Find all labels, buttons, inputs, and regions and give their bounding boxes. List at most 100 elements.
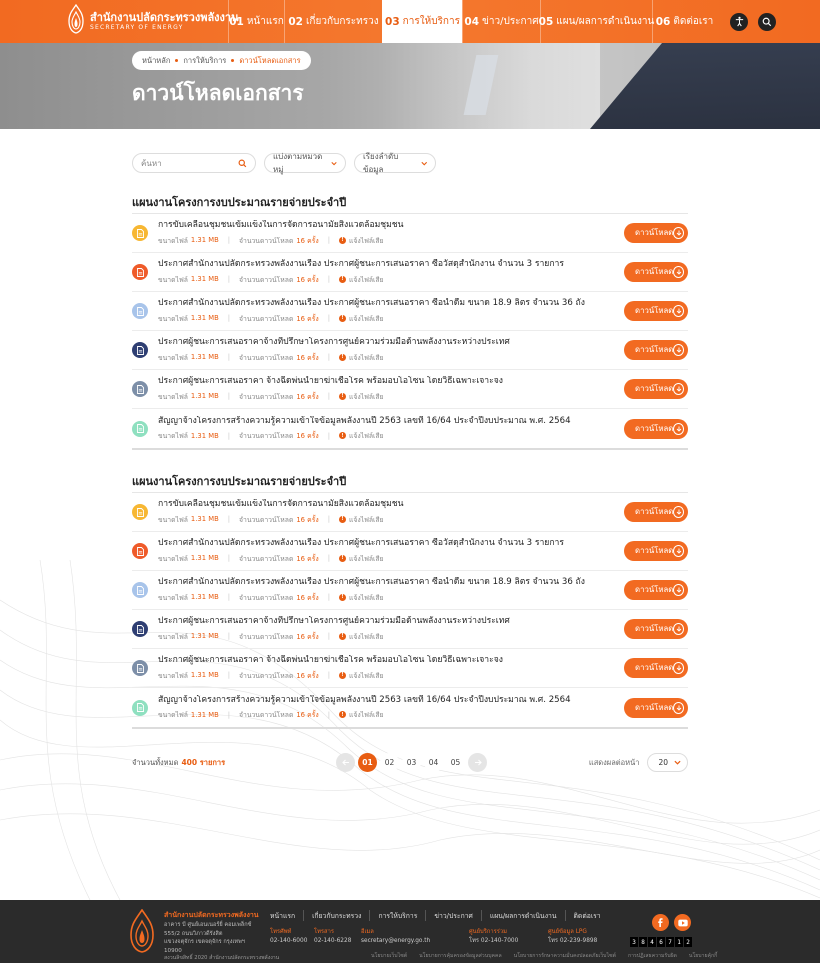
breadcrumb-services[interactable]: การให้บริการ: [183, 55, 226, 67]
document-name[interactable]: ประกาศผู้ชนะการเสนอราคาจ้างที่ปรึกษาโครง…: [158, 337, 624, 347]
report-broken-file-link[interactable]: แจ้งไฟล์เสีย: [349, 313, 384, 324]
report-broken-file-link[interactable]: แจ้งไฟล์เสีย: [349, 352, 384, 363]
nav-item-4[interactable]: 04 ข่าว/ประกาศ: [462, 0, 540, 43]
download-button[interactable]: ดาวน์โหลด: [624, 541, 688, 561]
document-name[interactable]: ประกาศสำนักงานปลัดกระทรวงพลังงานเรื่อง ป…: [158, 577, 624, 587]
category-dropdown-label: แบ่งตามหมวดหมู่: [273, 152, 323, 174]
sort-dropdown[interactable]: เรียงลำดับข้อมูล: [354, 152, 436, 174]
report-broken-file-link[interactable]: แจ้งไฟล์เสีย: [349, 631, 384, 642]
download-button[interactable]: ดาวน์โหลด: [624, 658, 688, 678]
page-number: 03: [406, 758, 417, 767]
report-broken-file-link[interactable]: แจ้งไฟล์เสีย: [349, 235, 384, 246]
nav-item-label: การให้บริการ: [402, 16, 460, 27]
download-arrow-icon: [673, 545, 684, 557]
document-name[interactable]: สัญญาจ้างโครงการสร้างความรู้ความเข้าใจข้…: [158, 416, 624, 426]
brand[interactable]: สำนักงานปลัดกระทรวงพลังงาน SECRETARY OF …: [0, 0, 239, 43]
download-button[interactable]: ดาวน์โหลด: [624, 697, 688, 718]
document-name[interactable]: ประกาศผู้ชนะการเสนอราคาจ้างที่ปรึกษาโครง…: [158, 616, 624, 626]
download-button[interactable]: ดาวน์โหลด: [624, 418, 688, 439]
page-number-button[interactable]: 01: [358, 753, 377, 772]
footer-nav-item[interactable]: ข่าว/ประกาศ: [425, 910, 480, 921]
contact-label: โทรสาร: [314, 929, 334, 935]
contact-value[interactable]: secretary@energy.go.th: [361, 937, 430, 946]
report-broken-file-link[interactable]: แจ้งไฟล์เสีย: [349, 670, 384, 681]
page-title: ดาวน์โหลดเอกสาร: [132, 81, 304, 105]
contact-value[interactable]: โทร 02-239-9898: [548, 937, 597, 946]
accessibility-icon: [735, 16, 743, 27]
document-name[interactable]: ประกาศสำนักงานปลัดกระทรวงพลังงานเรื่อง ป…: [158, 298, 624, 308]
per-page-dropdown[interactable]: 20: [647, 753, 688, 772]
page-number-button[interactable]: 03: [402, 753, 421, 772]
page-number-button[interactable]: 02: [380, 753, 399, 772]
counter-digit: 2: [684, 937, 692, 947]
search-button[interactable]: [758, 12, 776, 31]
file-size-label: ขนาดไฟล์: [158, 593, 188, 602]
document-name[interactable]: ประกาศผู้ชนะการเสนอราคา จ้างฉีดพ่นน้ำยาฆ…: [158, 376, 624, 386]
breadcrumb-separator: [231, 59, 235, 62]
document-name[interactable]: ประกาศสำนักงานปลัดกระทรวงพลังงานเรื่อง ป…: [158, 259, 624, 269]
nav-item-6[interactable]: 06 ติดต่อเรา: [652, 0, 716, 43]
contact-value[interactable]: 02-140-6000: [270, 937, 307, 946]
policy-link[interactable]: นโยบายเว็บไซต์: [371, 952, 407, 960]
accessibility-button[interactable]: [730, 12, 748, 31]
policy-link[interactable]: นโยบายการคุ้มครองข้อมูลส่วนบุคคล: [419, 952, 502, 960]
document-name[interactable]: สัญญาจ้างโครงการสร้างความรู้ความเข้าใจข้…: [158, 695, 624, 705]
nav-item-2[interactable]: 02 เกี่ยวกับกระทรวง: [284, 0, 382, 43]
search-box[interactable]: [132, 153, 256, 173]
download-arrow-icon: [673, 662, 684, 674]
alert-icon: !: [338, 314, 346, 322]
download-button[interactable]: ดาวน์โหลด: [624, 619, 688, 639]
next-page-button[interactable]: [468, 753, 487, 772]
document-name[interactable]: การขับเคลื่อนชุมชนเข้มแข็งในการจัดการอนา…: [158, 220, 624, 230]
footer-nav-item[interactable]: ติดต่อเรา: [564, 910, 609, 921]
contact-value[interactable]: โทร 02-140-7000: [469, 937, 518, 946]
meta-separator: |: [327, 431, 330, 440]
page-number-button[interactable]: 04: [424, 753, 443, 772]
facebook-button[interactable]: [652, 914, 669, 931]
document-name[interactable]: ประกาศผู้ชนะการเสนอราคา จ้างฉีดพ่นน้ำยาฆ…: [158, 655, 624, 665]
download-button[interactable]: ดาวน์โหลด: [624, 262, 688, 282]
footer-nav-item[interactable]: หน้าแรก: [270, 910, 303, 921]
page-number-button[interactable]: 05: [446, 753, 465, 772]
download-button[interactable]: ดาวน์โหลด: [624, 502, 688, 522]
nav-item-3[interactable]: 03 การให้บริการ: [382, 0, 462, 43]
policy-link[interactable]: นโยบายการรักษาความมั่นคงปลอดภัยเว็บไซต์: [514, 952, 616, 960]
download-button-label: ดาวน์โหลด: [635, 267, 674, 276]
download-button[interactable]: ดาวน์โหลด: [624, 223, 688, 243]
org-name-thai: สำนักงานปลัดกระทรวงพลังงาน: [90, 11, 239, 24]
search-input[interactable]: [141, 158, 231, 168]
report-broken-file-link[interactable]: แจ้งไฟล์เสีย: [349, 430, 384, 441]
meta-separator: |: [327, 236, 330, 245]
nav-item-5[interactable]: 05 แผน/ผลการดำเนินงาน: [539, 0, 654, 43]
download-button[interactable]: ดาวน์โหลด: [624, 301, 688, 321]
category-dropdown[interactable]: แบ่งตามหมวดหมู่: [264, 152, 346, 174]
report-broken-file-link[interactable]: แจ้งไฟล์เสีย: [349, 274, 384, 285]
footer-nav-item[interactable]: เกี่ยวกับกระทรวง: [303, 910, 369, 921]
flame-logo-icon: [130, 909, 154, 953]
youtube-button[interactable]: [674, 914, 691, 931]
report-broken-file-link[interactable]: แจ้งไฟล์เสีย: [349, 592, 384, 603]
policy-link[interactable]: การปฏิเสธความรับผิด: [628, 952, 677, 960]
download-count-value: 16 ครั้ง: [296, 671, 319, 680]
report-broken-file-link[interactable]: แจ้งไฟล์เสีย: [349, 553, 384, 564]
report-broken-file-link[interactable]: แจ้งไฟล์เสีย: [349, 514, 384, 525]
footer-nav-item[interactable]: การให้บริการ: [369, 910, 425, 921]
report-broken-file-link[interactable]: แจ้งไฟล์เสีย: [349, 391, 384, 402]
file-type-badge: [132, 621, 148, 637]
download-button[interactable]: ดาวน์โหลด: [624, 379, 688, 399]
breadcrumb-home[interactable]: หน้าหลัก: [142, 55, 170, 67]
download-count-value: 16 ครั้ง: [296, 554, 319, 563]
download-button[interactable]: ดาวน์โหลด: [624, 580, 688, 600]
document-name[interactable]: ประกาศสำนักงานปลัดกระทรวงพลังงานเรื่อง ป…: [158, 538, 624, 548]
document-meta: ขนาดไฟล์ 1.31 MB | จำนวนดาวน์โหลด 16 ครั้ง |!…: [158, 313, 624, 324]
prev-page-button[interactable]: [336, 753, 355, 772]
contact-label: โทรศัพท์: [270, 929, 292, 935]
download-button[interactable]: ดาวน์โหลด: [624, 340, 688, 360]
footer-nav-item[interactable]: แผน/ผลการดำเนินงาน: [480, 910, 565, 921]
report-broken-file-link[interactable]: แจ้งไฟล์เสีย: [349, 709, 384, 720]
document-list: การขับเคลื่อนชุมชนเข้มแข็งในการจัดการอนา…: [132, 492, 688, 729]
document-row: ประกาศสำนักงานปลัดกระทรวงพลังงานเรื่อง ป…: [132, 292, 688, 331]
policy-link[interactable]: นโยบายคุ้กกี้: [689, 952, 717, 960]
document-name[interactable]: การขับเคลื่อนชุมชนเข้มแข็งในการจัดการอนา…: [158, 499, 624, 509]
document-meta: ขนาดไฟล์ 1.31 MB | จำนวนดาวน์โหลด 16 ครั้ง |!…: [158, 430, 624, 441]
